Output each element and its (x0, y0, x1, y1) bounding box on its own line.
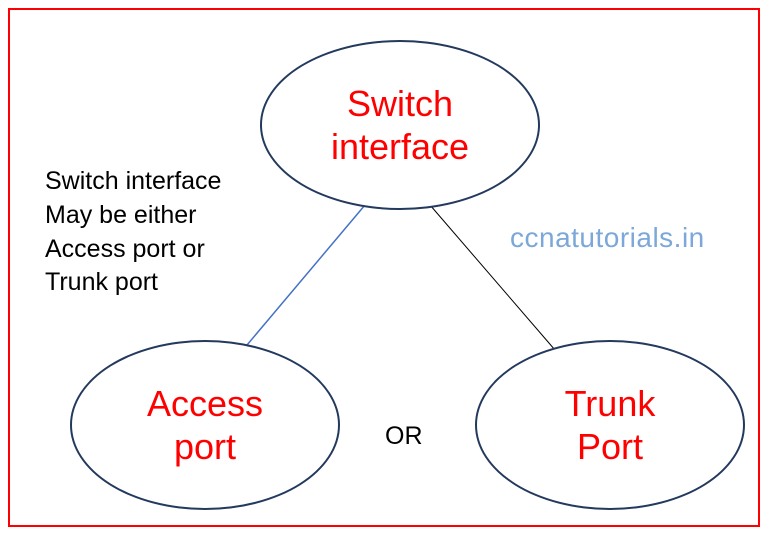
node-trunk-port: Trunk Port (475, 340, 745, 510)
or-label: OR (385, 422, 423, 451)
node-access-port: Access port (70, 340, 340, 510)
watermark: ccnatutorials.in (510, 222, 705, 254)
node-left-line2: port (174, 426, 236, 467)
desc-line3: Access port or (45, 235, 205, 263)
node-right-line1: Trunk (565, 383, 656, 424)
diagram-frame: Switch interface Access port Trunk Port … (8, 8, 760, 527)
description-text: Switch interface May be either Access po… (45, 165, 221, 300)
desc-line2: May be either (45, 201, 196, 229)
node-access-port-label: Access port (147, 382, 263, 468)
node-trunk-port-label: Trunk Port (565, 382, 656, 468)
node-left-line1: Access (147, 383, 263, 424)
node-top-line2: interface (331, 126, 469, 167)
node-right-line2: Port (577, 426, 643, 467)
node-top-line1: Switch (347, 83, 453, 124)
desc-line4: Trunk port (45, 268, 158, 296)
node-switch-interface-label: Switch interface (331, 82, 469, 168)
node-switch-interface: Switch interface (260, 40, 540, 210)
desc-line1: Switch interface (45, 167, 221, 195)
